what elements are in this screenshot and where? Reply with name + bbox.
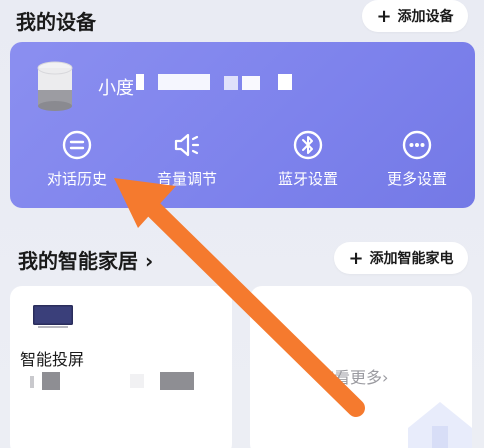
more-icon: [402, 130, 432, 160]
plus-icon: +: [376, 5, 392, 27]
redaction-block: [42, 372, 60, 390]
my-devices-title: 我的设备: [16, 10, 96, 34]
redaction-block: [242, 76, 260, 90]
redaction-block: [136, 74, 144, 90]
house-icon: [408, 402, 472, 448]
device-name: 小度: [98, 78, 134, 99]
view-more-link[interactable]: 查看更多›: [318, 364, 388, 388]
chevron-right-icon: ›: [382, 368, 389, 387]
chat-history-button[interactable]: 对话历史: [32, 130, 122, 189]
redaction-block: [278, 74, 292, 90]
smart-home-title-text: 我的智能家居: [18, 249, 138, 273]
plus-icon: +: [348, 247, 364, 269]
redaction-block: [68, 372, 124, 390]
more-settings-button[interactable]: 更多设置: [372, 130, 462, 189]
add-device-button[interactable]: + 添加设备: [362, 0, 468, 32]
bluetooth-icon: [293, 130, 323, 160]
chat-history-label: 对话历史: [46, 170, 107, 188]
chat-bubble-icon: [62, 130, 92, 160]
smart-speaker-icon: [37, 61, 73, 111]
redaction-block: [160, 372, 194, 390]
smart-device-name: 智能投屏: [20, 350, 85, 369]
tv-icon: [33, 305, 73, 328]
bluetooth-button[interactable]: 蓝牙设置: [263, 130, 353, 189]
add-smart-appliance-button[interactable]: + 添加智能家电: [334, 242, 468, 274]
volume-icon: [174, 133, 200, 157]
more-settings-label: 更多设置: [386, 170, 447, 188]
device-card[interactable]: 小度 对话历史 音量调节 蓝牙设置 更多设置: [10, 42, 475, 208]
view-more-label: 查看更多: [318, 368, 383, 387]
chevron-right-icon: ›: [144, 249, 154, 273]
add-device-label: 添加设备: [397, 9, 454, 25]
volume-button[interactable]: 音量调节: [142, 130, 232, 189]
smart-home-title[interactable]: 我的智能家居 ›: [18, 245, 153, 274]
bluetooth-label: 蓝牙设置: [277, 170, 338, 188]
redaction-block: [158, 74, 210, 90]
redaction-block: [30, 376, 34, 388]
add-smart-appliance-label: 添加智能家电: [369, 251, 454, 267]
device-actions: 对话历史 音量调节 蓝牙设置 更多设置: [10, 130, 475, 200]
redaction-block: [130, 374, 144, 388]
redaction-block: [224, 76, 238, 90]
volume-label: 音量调节: [156, 170, 217, 188]
